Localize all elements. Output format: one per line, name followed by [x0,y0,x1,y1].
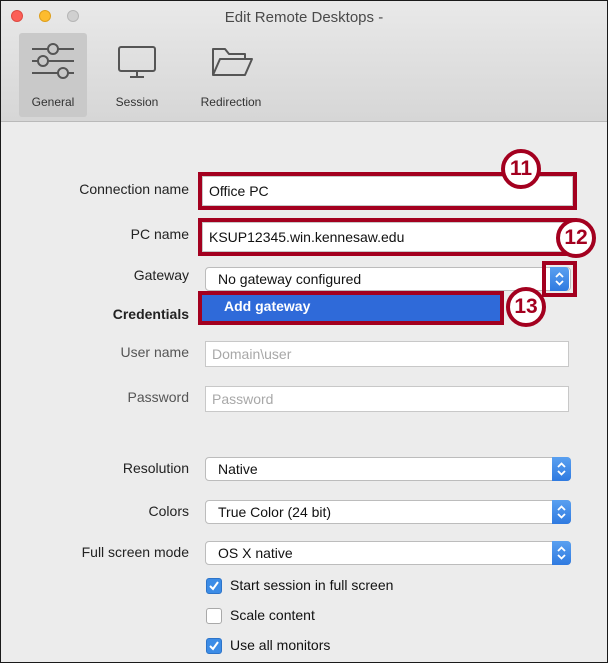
fullscreen-mode-select[interactable]: OS X native [205,541,571,565]
resolution-stepper[interactable] [552,457,571,481]
gateway-select[interactable]: No gateway configured [205,267,571,291]
edit-remote-desktops-window: Edit Remote Desktops - General Session R… [0,0,608,663]
chevron-updown-icon [557,462,566,476]
scale-content-label: Scale content [230,607,315,623]
colors-stepper[interactable] [552,500,571,524]
annotation-badge-13: 13 [506,287,546,327]
tab-session-label: Session [115,95,159,109]
use-all-monitors-label: Use all monitors [230,637,331,653]
password-field[interactable]: Password [205,386,569,412]
tab-redirection[interactable]: Redirection [187,33,275,117]
tab-session[interactable]: Session [103,33,171,117]
user-name-field[interactable]: Domain\user [205,341,569,367]
sliders-icon [32,43,74,79]
annotation-badge-12: 12 [556,218,596,258]
colors-select-value: True Color (24 bit) [218,504,332,520]
annotation-badge-11: 11 [501,149,541,189]
pc-name-label: PC name [130,226,189,242]
fullscreen-mode-select-value: OS X native [218,545,293,561]
checkmark-icon [209,581,219,591]
gateway-label: Gateway [133,267,189,283]
pc-name-field[interactable]: KSUP12345.win.kennesaw.edu [202,222,573,252]
credentials-heading: Credentials [112,306,189,322]
general-settings-panel: Connection name Office PC PC name KSUP12… [1,122,607,662]
gateway-stepper[interactable] [550,267,569,291]
window-title: Edit Remote Desktops - [224,9,384,26]
start-fullscreen-label: Start session in full screen [230,577,394,593]
use-all-monitors-checkbox[interactable] [206,638,222,654]
fullscreen-mode-stepper[interactable] [552,541,571,565]
folder-icon [212,48,253,76]
window-titlebar: Edit Remote Desktops - General Session R… [1,1,607,122]
user-name-label: User name [120,344,189,360]
add-gateway-option[interactable]: Add gateway [202,295,500,321]
resolution-label: Resolution [122,460,189,476]
chevron-updown-icon [557,505,566,519]
colors-select[interactable]: True Color (24 bit) [205,500,571,524]
connection-name-label: Connection name [79,181,189,197]
chevron-updown-icon [557,546,566,560]
tab-redirection-label: Redirection [200,95,262,109]
scale-content-checkbox[interactable] [206,608,222,624]
start-fullscreen-checkbox[interactable] [206,578,222,594]
password-label: Password [127,389,189,405]
resolution-select[interactable]: Native [205,457,571,481]
monitor-icon [118,46,156,78]
colors-label: Colors [148,503,189,519]
checkmark-icon [209,641,219,651]
tab-general[interactable]: General [19,33,87,117]
chevron-updown-icon [555,272,564,286]
resolution-select-value: Native [218,461,258,477]
add-gateway-option-label: Add gateway [224,298,311,314]
gateway-select-value: No gateway configured [218,271,362,287]
tab-general-label: General [31,95,75,109]
fullscreen-mode-label: Full screen mode [81,544,189,560]
